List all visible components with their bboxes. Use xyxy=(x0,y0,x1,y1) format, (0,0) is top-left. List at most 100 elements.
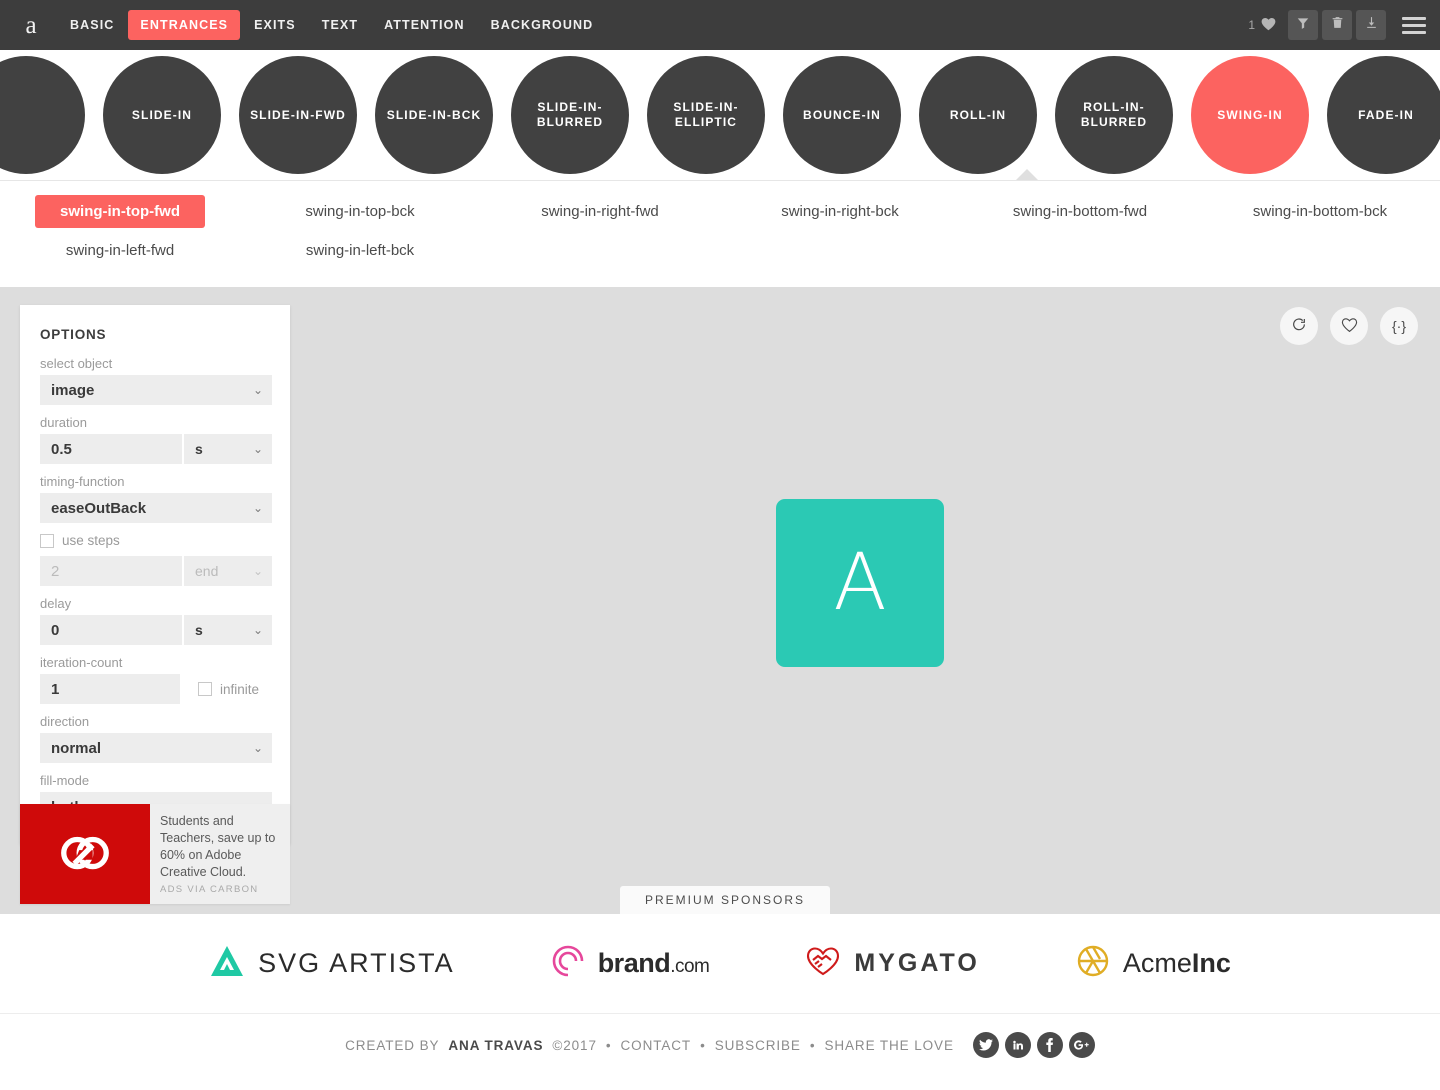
carousel-circle-swing-in[interactable]: SWING-IN xyxy=(1191,56,1309,174)
nav-item-entrances[interactable]: ENTRANCES xyxy=(128,10,241,40)
favorites-counter[interactable]: 1 xyxy=(1248,17,1276,34)
sponsor-name: SVG ARTISTA xyxy=(258,948,455,978)
timing-function-value: easeOutBack xyxy=(51,499,147,517)
creative-cloud-icon xyxy=(61,836,109,870)
direction-value: normal xyxy=(51,739,102,757)
hamburger-icon-line xyxy=(1402,30,1426,34)
iteration-count-input[interactable]: 1 xyxy=(40,674,180,704)
infinite-checkbox-row[interactable]: infinite xyxy=(198,682,259,697)
twitter-icon[interactable] xyxy=(972,1032,999,1058)
duration-label: duration xyxy=(40,415,87,430)
carousel-circle-slide-in-bck[interactable]: SLIDE-IN-BCK xyxy=(375,56,493,174)
sponsor-band: SVG ARTISTA brand.com MYGATO AcmeInc xyxy=(0,914,1440,1014)
variant-swing-in-left-fwd[interactable]: swing-in-left-fwd xyxy=(35,234,205,267)
select-object-dropdown[interactable]: image ⌄ xyxy=(40,375,272,405)
steps-direction-dropdown[interactable]: end ⌄ xyxy=(184,556,272,586)
timing-function-dropdown[interactable]: easeOutBack ⌄ xyxy=(40,493,272,523)
trash-icon xyxy=(1331,15,1344,35)
timing-function-label: timing-function xyxy=(40,474,125,489)
sponsor-svg-artista[interactable]: SVG ARTISTA xyxy=(209,944,455,983)
sponsor-brand-com[interactable]: brand.com xyxy=(551,944,710,983)
footer-contact-link[interactable]: CONTACT xyxy=(621,1038,692,1053)
sponsor-mygato[interactable]: MYGATO xyxy=(805,945,979,982)
app-logo[interactable]: a xyxy=(14,13,48,38)
variant-swing-in-right-fwd[interactable]: swing-in-right-fwd xyxy=(515,195,685,228)
nav-item-basic[interactable]: BASIC xyxy=(58,10,126,40)
carousel-circle-roll-in-blurred[interactable]: ROLL-IN-BLURRED xyxy=(1055,56,1173,174)
variant-swing-in-right-bck[interactable]: swing-in-right-bck xyxy=(755,195,925,228)
variant-swing-in-top-fwd[interactable]: swing-in-top-fwd xyxy=(35,195,205,228)
ad-copy: Students and Teachers, save up to 60% on… xyxy=(160,814,276,879)
linkedin-icon[interactable] xyxy=(1004,1032,1031,1058)
delay-row: 0 s ⌄ xyxy=(40,615,272,645)
nav-item-exits[interactable]: EXITS xyxy=(242,10,308,40)
variant-swing-in-top-bck[interactable]: swing-in-top-bck xyxy=(275,195,445,228)
delay-input[interactable]: 0 xyxy=(40,615,182,645)
main-nav: BASIC ENTRANCES EXITS TEXT ATTENTION BAC… xyxy=(58,10,605,40)
variant-swing-in-left-bck[interactable]: swing-in-left-bck xyxy=(275,234,445,267)
sponsor-name: brand.com xyxy=(597,948,710,978)
spiral-icon xyxy=(551,944,585,983)
social-links xyxy=(972,1032,1095,1058)
premium-sponsors-tab[interactable]: PREMIUM SPONSORS xyxy=(620,886,830,914)
sponsor-name: AcmeInc xyxy=(1122,948,1231,978)
duration-input[interactable]: 0.5 xyxy=(40,434,182,464)
use-steps-checkbox-row[interactable]: use steps xyxy=(40,533,272,548)
triangle-icon xyxy=(209,944,245,983)
menu-button[interactable] xyxy=(1398,10,1430,40)
footer-separator: • xyxy=(809,1037,816,1053)
direction-label: direction xyxy=(40,714,90,729)
active-category-pointer xyxy=(1016,169,1038,180)
use-steps-label: use steps xyxy=(62,533,120,548)
hamburger-icon-line xyxy=(1402,16,1426,20)
chevron-down-icon: ⌄ xyxy=(252,442,264,456)
delete-button[interactable] xyxy=(1322,10,1352,40)
duration-unit-value: s xyxy=(195,441,203,457)
handshake-heart-icon xyxy=(805,945,841,982)
facebook-icon[interactable] xyxy=(1036,1032,1063,1058)
steps-count-input[interactable]: 2 xyxy=(40,556,182,586)
options-title: OPTIONS xyxy=(40,327,107,342)
carousel-circle-roll-in[interactable]: ROLL-IN xyxy=(919,56,1037,174)
filter-icon xyxy=(1296,16,1310,35)
footer-author: ANA TRAVAS xyxy=(448,1037,544,1053)
animation-stage: A xyxy=(290,287,1440,914)
direction-dropdown[interactable]: normal ⌄ xyxy=(40,733,272,763)
footer-subscribe-link[interactable]: SUBSCRIBE xyxy=(715,1038,801,1053)
nav-item-attention[interactable]: ATTENTION xyxy=(372,10,477,40)
carousel-circle-slide-in-blurred[interactable]: SLIDE-IN-BLURRED xyxy=(511,56,629,174)
carousel-circle-slide-in[interactable]: SLIDE-IN xyxy=(103,56,221,174)
nav-item-background[interactable]: BACKGROUND xyxy=(479,10,606,40)
ad-attribution: ADS VIA CARBON xyxy=(160,884,259,895)
chevron-down-icon: ⌄ xyxy=(252,383,264,397)
carousel-circle-prev[interactable] xyxy=(0,56,85,174)
use-steps-checkbox[interactable] xyxy=(40,533,54,548)
filter-button[interactable] xyxy=(1288,10,1318,40)
toolbar-right: 1 xyxy=(1248,0,1430,50)
carousel-circle-slide-in-elliptic[interactable]: SLIDE-IN-ELLIPTIC xyxy=(647,56,765,174)
steps-row: 2 end ⌄ xyxy=(40,556,272,586)
adobe-creative-cloud-logo xyxy=(20,804,150,904)
workspace: OPTIONS select object image ⌄ duration 0… xyxy=(0,287,1440,914)
nav-item-text[interactable]: TEXT xyxy=(310,10,370,40)
delay-unit-dropdown[interactable]: s ⌄ xyxy=(184,615,272,645)
infinite-label: infinite xyxy=(220,681,260,697)
animation-category-carousel[interactable]: SLIDE-IN SLIDE-IN-FWD SLIDE-IN-BCK SLIDE… xyxy=(0,50,1440,180)
sponsor-acmeinc[interactable]: AcmeInc xyxy=(1076,944,1231,983)
chevron-down-icon: ⌄ xyxy=(252,501,264,515)
advertisement-banner[interactable]: Students and Teachers, save up to 60% on… xyxy=(20,804,290,904)
iteration-count-row: 1 infinite xyxy=(40,674,272,704)
variant-swing-in-bottom-fwd[interactable]: swing-in-bottom-fwd xyxy=(995,195,1165,228)
carousel-circle-slide-in-fwd[interactable]: SLIDE-IN-FWD xyxy=(239,56,357,174)
duration-unit-dropdown[interactable]: s ⌄ xyxy=(184,434,272,464)
preview-card[interactable]: A xyxy=(776,498,944,667)
infinite-checkbox[interactable] xyxy=(198,682,212,696)
carousel-circle-fade-in[interactable]: FADE-IN xyxy=(1327,56,1440,174)
variant-swing-in-bottom-bck[interactable]: swing-in-bottom-bck xyxy=(1235,195,1405,228)
fill-mode-label: fill-mode xyxy=(40,773,90,788)
sponsor-name: MYGATO xyxy=(854,949,980,977)
googleplus-icon[interactable] xyxy=(1068,1032,1095,1058)
download-button[interactable] xyxy=(1356,10,1386,40)
carousel-circle-bounce-in[interactable]: BOUNCE-IN xyxy=(783,56,901,174)
download-icon xyxy=(1365,15,1378,35)
